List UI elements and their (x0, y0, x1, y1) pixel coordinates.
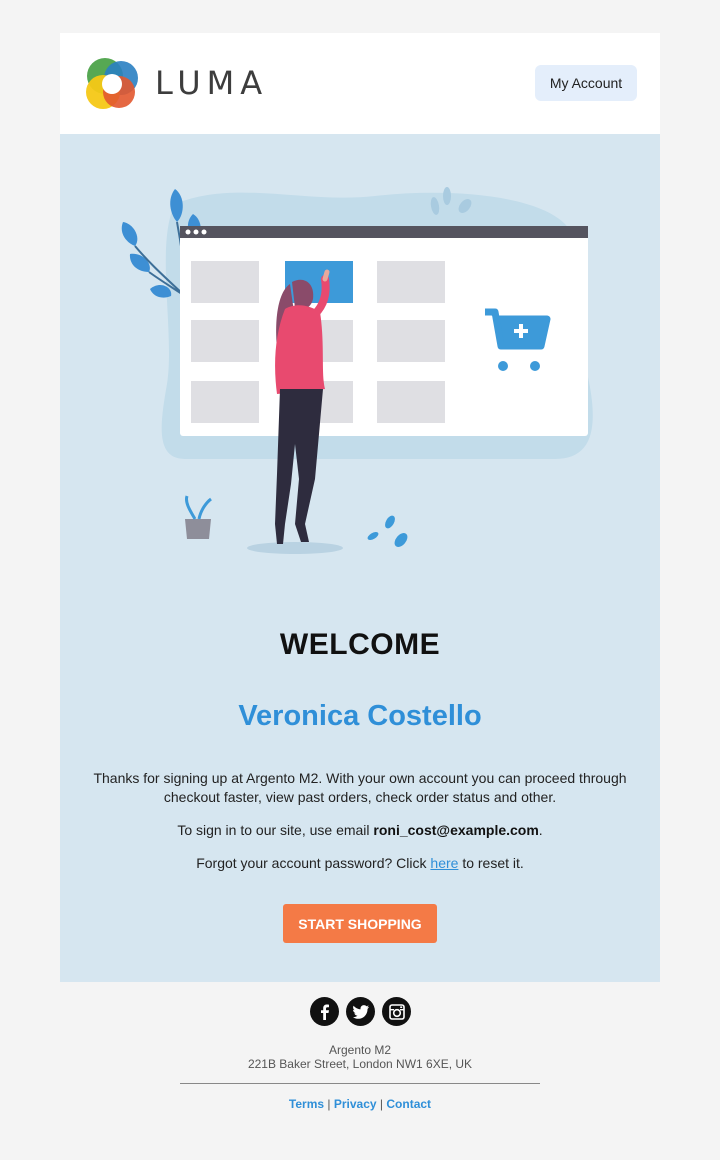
instagram-icon[interactable] (382, 997, 411, 1026)
link-separator: | (379, 1097, 384, 1111)
facebook-icon[interactable] (310, 997, 339, 1026)
forgot-suffix: to reset it. (458, 855, 524, 871)
company-name: Argento M2 (328, 1043, 392, 1057)
signin-prefix: To sign in to our site, use email (177, 822, 374, 838)
email-card: LUMA My Account WELCOME Veronica Costell… (60, 33, 660, 982)
company-address: 221B Baker Street, London NW1 6XE, UK (247, 1057, 473, 1071)
forgot-prefix: Forgot your account password? Click (196, 855, 431, 871)
start-shopping-button[interactable]: START SHOPPING (283, 904, 437, 943)
intro-text: Thanks for signing up at Argento M2. Wit… (93, 770, 627, 805)
privacy-link[interactable]: Privacy (334, 1097, 377, 1111)
hero-section: WELCOME Veronica Costello Thanks for sig… (60, 134, 660, 982)
luma-logo[interactable]: LUMA (85, 56, 268, 110)
signin-suffix: . (538, 822, 543, 838)
luma-logo-icon (86, 58, 138, 109)
twitter-icon[interactable] (346, 997, 375, 1026)
social-links (310, 997, 411, 1026)
reset-password-link[interactable]: here (430, 855, 458, 871)
contact-link[interactable]: Contact (386, 1097, 431, 1111)
my-account-button[interactable]: My Account (535, 65, 637, 101)
footer-links: Terms | Privacy | Contact (60, 1097, 660, 1111)
customer-email: roni_cost@example.com (373, 822, 539, 838)
signin-text: To sign in to our site, use email roni_c… (88, 821, 632, 840)
link-separator: | (327, 1097, 331, 1111)
logo-text: LUMA (155, 64, 269, 102)
email-header: LUMA My Account (60, 33, 660, 134)
email-footer: Argento M2 221B Baker Street, London NW1… (60, 981, 660, 1141)
welcome-heading: WELCOME (279, 628, 441, 661)
shopping-illustration (121, 187, 593, 554)
forgot-password-text: Forgot your account password? Click here… (88, 854, 632, 873)
terms-link[interactable]: Terms (289, 1097, 324, 1111)
footer-divider (180, 1083, 540, 1084)
company-info: Argento M2 221B Baker Street, London NW1… (60, 1043, 660, 1071)
customer-name: Veronica Costello (238, 700, 482, 732)
